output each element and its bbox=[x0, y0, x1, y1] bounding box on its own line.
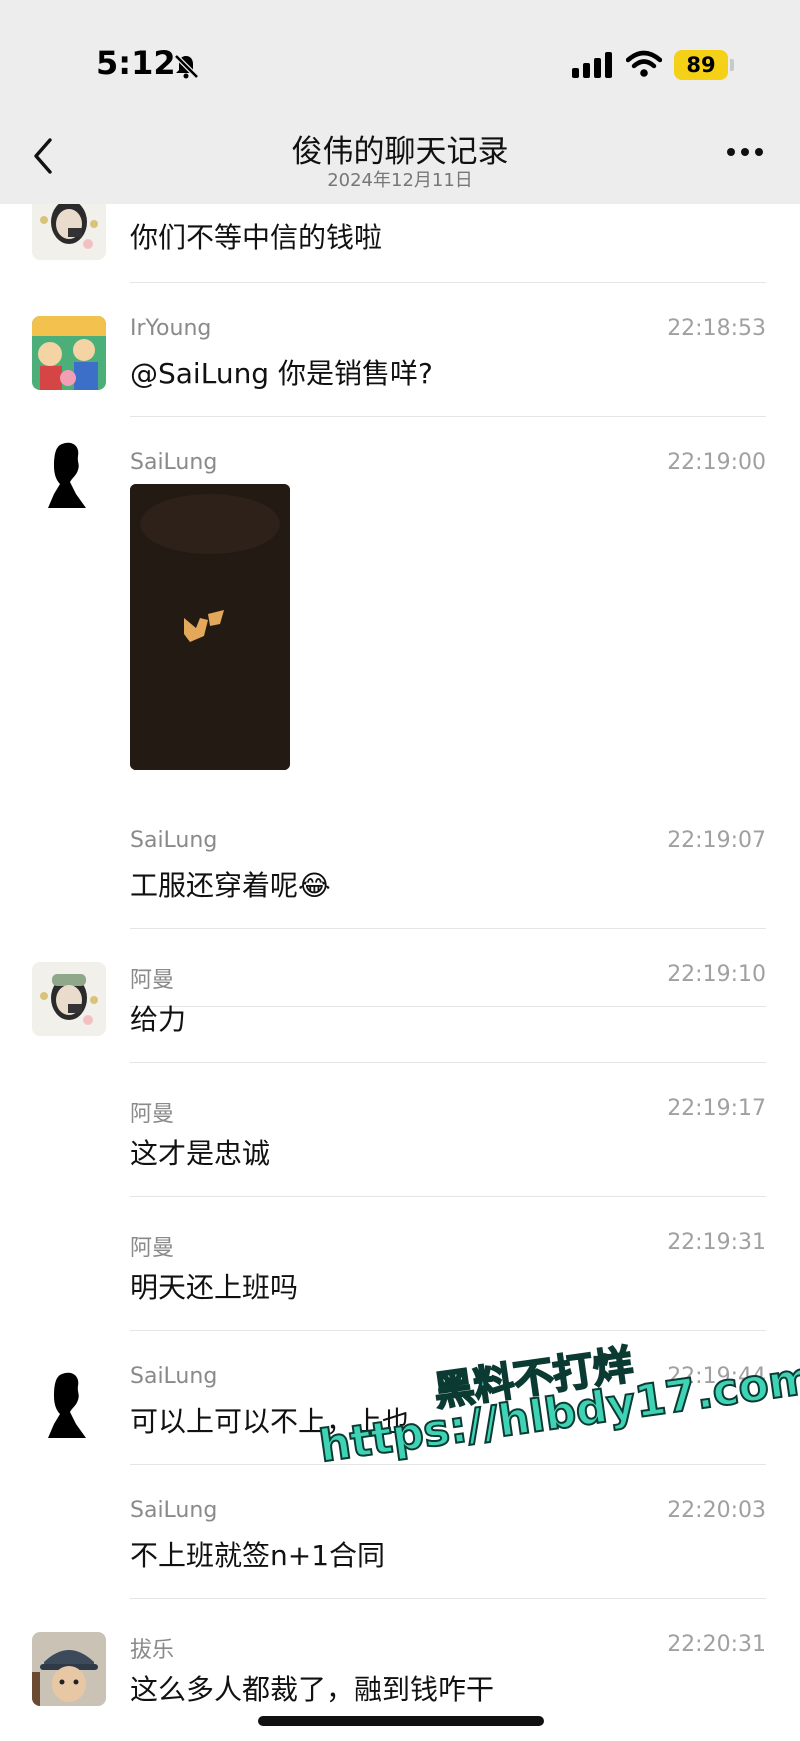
avatar[interactable] bbox=[32, 204, 106, 260]
cellular-signal-icon bbox=[572, 52, 612, 78]
image-message[interactable] bbox=[130, 484, 290, 770]
message-text: 工服还穿着呢😂 bbox=[130, 864, 331, 904]
message-time: 22:20:03 bbox=[667, 1498, 766, 1523]
message-time: 22:19:44 bbox=[667, 1364, 766, 1389]
status-time: 5:12 bbox=[96, 44, 176, 82]
divider bbox=[130, 1196, 766, 1197]
message-text: 给力 bbox=[130, 1003, 187, 1036]
avatar[interactable] bbox=[32, 434, 106, 508]
sender-name: SaiLung bbox=[130, 450, 218, 475]
message-list[interactable]: 你们不等中信的钱啦 IrYoung 22:18:53 @SaiLung 你是销售… bbox=[0, 204, 800, 1741]
message-text: 你们不等中信的钱啦 bbox=[130, 221, 383, 254]
sender-name: 拔乐 bbox=[130, 1638, 175, 1663]
message-text: 这么多人都裁了，融到钱咋干 bbox=[130, 1673, 495, 1706]
avatar[interactable] bbox=[32, 316, 106, 390]
divider bbox=[130, 1062, 766, 1063]
chat-date: 2024年12月11日 bbox=[327, 170, 473, 191]
message-time: 22:20:31 bbox=[667, 1632, 766, 1657]
laughing-emoji: 😂 bbox=[298, 869, 331, 902]
avatar[interactable] bbox=[32, 1632, 106, 1706]
divider bbox=[130, 1464, 766, 1465]
message-time: 22:19:10 bbox=[667, 962, 766, 987]
chat-title: 俊伟的聊天记录 bbox=[291, 134, 509, 170]
divider bbox=[130, 1598, 766, 1599]
message-text-body: 工服还穿着呢 bbox=[130, 869, 299, 902]
wifi-icon bbox=[626, 50, 662, 77]
message-text: 这才是忠诚 bbox=[130, 1137, 271, 1170]
message-text: 不上班就签n+1合同 bbox=[130, 1539, 386, 1572]
message-text: 明天还上班吗 bbox=[130, 1271, 299, 1304]
message-time: 22:19:07 bbox=[667, 828, 766, 853]
avatar[interactable] bbox=[32, 1364, 106, 1438]
sender-name: SaiLung bbox=[130, 1498, 218, 1523]
bell-muted-icon bbox=[174, 54, 199, 79]
divider bbox=[130, 928, 766, 929]
sender-name: SaiLung bbox=[130, 828, 218, 853]
top-bar: 5:12 89 俊伟的聊天记录 2024年12月11日 bbox=[0, 0, 800, 204]
sender-name: SaiLung bbox=[130, 1364, 218, 1389]
battery-nub bbox=[730, 59, 734, 71]
message-text: 可以上可以不上，上也 bbox=[130, 1405, 411, 1438]
message-time: 22:19:31 bbox=[667, 1230, 766, 1255]
message-time: 22:18:53 bbox=[667, 316, 766, 341]
divider bbox=[130, 282, 766, 283]
divider bbox=[130, 416, 766, 417]
divider bbox=[130, 1006, 766, 1007]
more-options-icon[interactable] bbox=[726, 146, 764, 158]
message-text: @SaiLung 你是销售咩? bbox=[130, 357, 433, 390]
message-time: 22:19:00 bbox=[667, 450, 766, 475]
sender-name: 阿曼 bbox=[130, 1236, 175, 1261]
battery-level: 89 bbox=[674, 50, 728, 80]
sender-name: IrYoung bbox=[130, 316, 212, 341]
message-time: 22:19:17 bbox=[667, 1096, 766, 1121]
divider bbox=[130, 1330, 766, 1331]
avatar[interactable] bbox=[32, 962, 106, 1036]
sender-name: 阿曼 bbox=[130, 968, 175, 993]
sender-name: 阿曼 bbox=[130, 1102, 175, 1127]
home-indicator[interactable] bbox=[258, 1716, 544, 1726]
